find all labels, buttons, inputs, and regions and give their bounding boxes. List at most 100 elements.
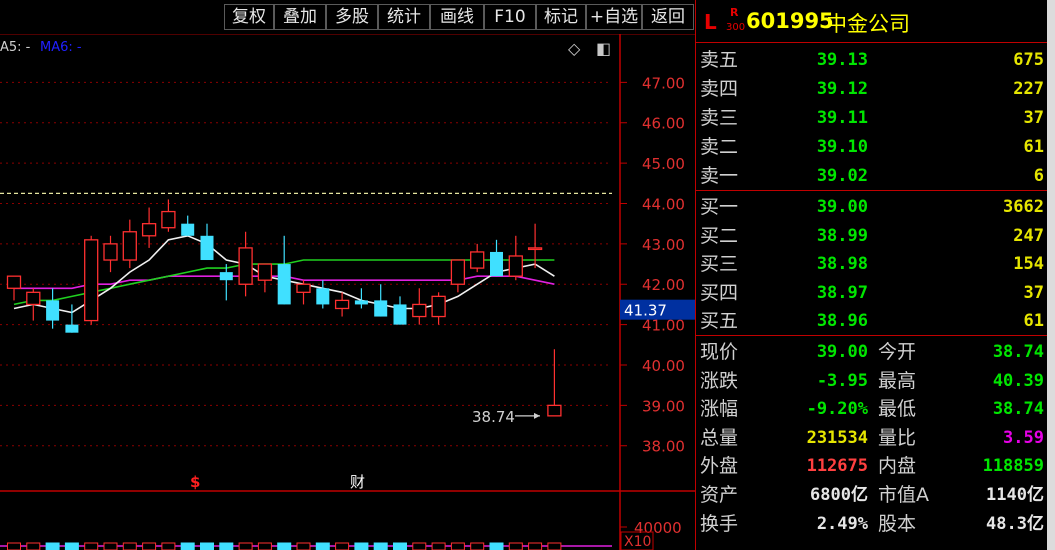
candle[interactable] (26, 288, 41, 321)
volume-bar (431, 542, 446, 550)
mark-button[interactable]: 标记 (536, 4, 586, 30)
candle[interactable] (374, 284, 388, 317)
volume-bar (296, 542, 311, 550)
y-tick-label: 42.00 (642, 276, 685, 294)
candle[interactable] (277, 235, 291, 305)
candle[interactable] (334, 292, 350, 317)
volume-bar (315, 542, 330, 550)
stat-label: 涨跌 (700, 369, 739, 392)
candle[interactable] (431, 292, 446, 325)
ask-row[interactable]: 卖一 39.02 6 (696, 162, 1048, 191)
volume-bar (200, 542, 214, 550)
stat-row: 换手 2.49% 股本 48.3亿 (696, 510, 1048, 539)
chart-toolbar: 复权 叠加 多股 统计 画线 F10 标记 +自选 返回 (0, 0, 695, 34)
overlay-button[interactable]: 叠加 (274, 4, 326, 30)
stock-code: 601995 (746, 9, 834, 33)
candle[interactable] (412, 288, 427, 325)
ask-row[interactable]: 卖三 39.11 37 (696, 104, 1048, 133)
ask-price: 39.12 (816, 79, 868, 99)
bid-row[interactable]: 买四 38.97 37 (696, 279, 1048, 308)
ask-label: 卖四 (700, 78, 739, 100)
volume-bar (84, 542, 99, 550)
dividend-marker[interactable]: $ (190, 473, 200, 491)
statistics-button[interactable]: 统计 (378, 4, 430, 30)
candle[interactable] (450, 259, 466, 293)
volume-bar (161, 542, 176, 550)
draw-line-button[interactable]: 画线 (430, 4, 484, 30)
candle[interactable] (6, 275, 22, 301)
volume-bar (238, 542, 253, 550)
candle[interactable] (470, 243, 485, 273)
bid-price: 38.97 (816, 282, 868, 303)
stat-value-2: 3.59 (1003, 427, 1044, 448)
candle[interactable] (84, 235, 99, 325)
stat-value-2: 1140亿 (986, 485, 1044, 505)
candle[interactable] (65, 304, 79, 333)
candle[interactable] (103, 235, 118, 273)
bid-price: 38.98 (816, 254, 868, 274)
ask-row[interactable]: 卖五 39.13 675 (696, 46, 1048, 75)
bid-row[interactable]: 买一 39.00 3662 (696, 193, 1048, 222)
stat-label-2: 内盘 (878, 455, 917, 478)
ask-row[interactable]: 卖二 39.10 61 (696, 133, 1048, 162)
candle[interactable] (547, 349, 562, 417)
volume-bar (45, 542, 60, 550)
bid-volume: 154 (1013, 254, 1044, 274)
volume-bar (450, 542, 465, 550)
candle[interactable] (393, 296, 407, 325)
bid-row[interactable]: 买五 38.96 61 (696, 307, 1048, 336)
current-price-label: 41.37 (624, 302, 667, 320)
bid-row[interactable]: 买三 38.98 154 (696, 250, 1048, 279)
candle[interactable] (238, 231, 253, 297)
f10-button[interactable]: F10 (484, 4, 536, 30)
candle[interactable] (257, 263, 273, 293)
stat-value-2: 118859 (982, 456, 1044, 477)
panel-toggle-icon[interactable]: ◧ (596, 39, 611, 58)
diamond-icon[interactable]: ◇ (568, 39, 581, 58)
bid-volume: 3662 (1003, 197, 1044, 217)
candle[interactable] (527, 223, 543, 269)
stat-label: 外盘 (700, 455, 739, 478)
add-favorite-button[interactable]: +自选 (586, 4, 642, 30)
y-tick-label: 43.00 (642, 236, 685, 254)
l-badge: L (704, 10, 717, 34)
multi-stock-button[interactable]: 多股 (326, 4, 378, 30)
candle[interactable] (46, 288, 60, 329)
candle[interactable] (200, 223, 214, 261)
stat-value: 2.49% (816, 513, 868, 534)
index-badge: 300 (726, 22, 746, 33)
candle[interactable] (141, 207, 157, 248)
volume-bar (470, 542, 485, 550)
candle[interactable] (219, 264, 233, 301)
stat-label: 资产 (700, 484, 739, 506)
candle[interactable] (490, 239, 503, 277)
stat-value: -9.20% (806, 399, 868, 420)
bid-label: 买一 (700, 196, 739, 218)
y-tick-label: 38.00 (642, 438, 685, 456)
stat-label-2: 最高 (878, 369, 917, 392)
back-button[interactable]: 返回 (642, 4, 694, 30)
candlestick-chart[interactable]: A5: - MA6: - ◇ ◧ 47.00 46.00 45.00 44.00 43.… (0, 34, 695, 550)
bid-row[interactable]: 买二 38.99 247 (696, 222, 1048, 251)
finance-marker[interactable]: 财 (350, 473, 365, 491)
vertical-scrollbar[interactable] (1047, 0, 1055, 550)
volume-bar (547, 542, 562, 550)
candle[interactable] (122, 219, 137, 269)
volume-bar (7, 542, 21, 550)
stat-row: 现价 39.00 今开 38.74 (696, 338, 1048, 367)
stat-row: 涨幅 -9.20% 最低 38.74 (696, 395, 1048, 424)
ask-label: 卖二 (700, 136, 739, 158)
ask-volume: 61 (1023, 137, 1044, 157)
bid-price: 38.96 (816, 311, 868, 331)
stat-value-2: 38.74 (992, 342, 1044, 362)
candle[interactable] (296, 280, 311, 305)
ask-row[interactable]: 卖四 39.12 227 (696, 75, 1048, 104)
ask-volume: 227 (1013, 79, 1044, 99)
volume-bar (335, 542, 350, 550)
stat-label-2: 量比 (878, 426, 917, 449)
candle[interactable] (181, 215, 195, 236)
candle[interactable] (508, 235, 523, 281)
restore-rights-button[interactable]: 复权 (224, 4, 274, 30)
candle[interactable] (161, 199, 176, 232)
stat-label: 涨幅 (700, 398, 739, 421)
